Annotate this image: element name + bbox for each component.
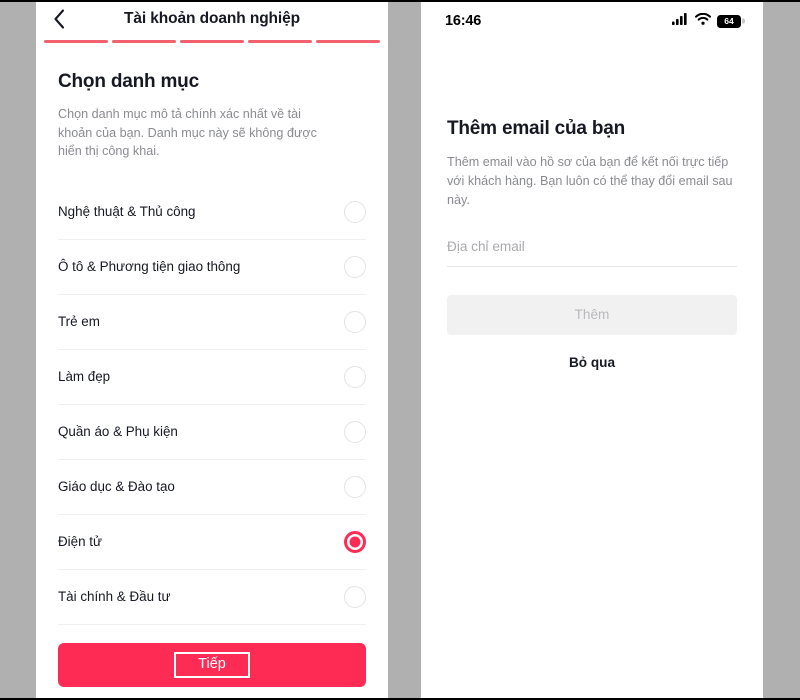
battery-level-label: 64: [724, 15, 734, 26]
category-label: Giáo dục & Đào tạo: [58, 479, 175, 495]
navigation-bar: Tài khoản doanh nghiệp: [36, 2, 388, 36]
email-input[interactable]: [447, 238, 737, 254]
bezel-gap-right: [763, 2, 800, 698]
email-section: Thêm email của bạn Thêm email vào hồ sơ …: [421, 40, 763, 372]
continue-button-label: Tiếp: [174, 651, 250, 679]
email-field-wrapper[interactable]: [447, 238, 737, 267]
category-label: Quần áo & Phụ kiện: [58, 424, 178, 440]
bezel-gap-left: [0, 2, 36, 698]
continue-button[interactable]: Tiếp: [58, 643, 366, 687]
radio-button-unselected[interactable]: [344, 200, 366, 223]
left-phone-screen: Tài khoản doanh nghiệp Chọn danh mục Chọ…: [36, 2, 388, 698]
category-label: Điện tử: [58, 534, 102, 550]
progress-segment-1: [44, 40, 108, 43]
status-bar-clock: 16:46: [445, 13, 482, 29]
list-item[interactable]: Nghệ thuật & Thủ công: [58, 185, 366, 240]
skip-button[interactable]: Bỏ qua: [447, 355, 737, 370]
progress-segment-5: [316, 40, 380, 43]
page-title: Tài khoản doanh nghiệp: [123, 10, 301, 27]
category-label: Làm đẹp: [58, 369, 111, 385]
right-phone-screen: 16:46 64 Thêm email của bạn Thêm email v…: [421, 2, 763, 698]
category-label: Ô tô & Phương tiện giao thông: [58, 259, 241, 275]
primary-action-area: Tiếp: [58, 643, 366, 687]
battery-icon: 64: [717, 14, 741, 28]
screenshot-root: Tài khoản doanh nghiệp Chọn danh mục Chọ…: [0, 0, 800, 700]
radio-button-unselected[interactable]: [344, 310, 366, 333]
radio-button-unselected[interactable]: [344, 255, 366, 278]
radio-button-unselected[interactable]: [344, 365, 366, 388]
category-label: Tài chính & Đầu tư: [58, 589, 171, 605]
wifi-icon: [695, 12, 711, 30]
category-label: Nghệ thuật & Thủ công: [58, 204, 196, 220]
category-label: Trẻ em: [58, 314, 100, 330]
radio-button-unselected[interactable]: [344, 585, 366, 608]
list-item[interactable]: Làm đẹp: [58, 350, 366, 405]
status-bar-indicators: 64: [672, 12, 741, 30]
list-item[interactable]: Quần áo & Phụ kiện: [58, 405, 366, 460]
radio-button-selected[interactable]: [344, 530, 366, 553]
progress-segment-2: [112, 40, 176, 43]
list-item[interactable]: Điện tử: [58, 515, 366, 570]
radio-button-unselected[interactable]: [344, 420, 366, 443]
progress-segment-4: [248, 40, 312, 43]
section-heading: Chọn danh mục: [58, 71, 199, 92]
list-item[interactable]: Tài chính & Đầu tư: [58, 570, 366, 625]
list-item[interactable]: Ô tô & Phương tiện giao thông: [58, 240, 366, 295]
status-bar: 16:46 64: [421, 2, 763, 40]
onboarding-progress-bar: [36, 36, 388, 43]
category-list: Nghệ thuật & Thủ công Ô tô & Phương tiện…: [58, 185, 366, 625]
list-item[interactable]: Giáo dục & Đào tạo: [58, 460, 366, 515]
email-section-description: Thêm email vào hồ sơ của bạn để kết nối …: [447, 155, 733, 207]
chevron-left-icon[interactable]: [48, 8, 70, 30]
progress-segment-3: [180, 40, 244, 43]
bezel-gap-middle: [388, 2, 421, 698]
cellular-signal-icon: [672, 12, 689, 30]
email-section-heading: Thêm email của bạn: [447, 118, 626, 139]
list-item[interactable]: Trẻ em: [58, 295, 366, 350]
section-description: Chọn danh mục mô tả chính xác nhất về tà…: [58, 107, 317, 159]
add-email-button[interactable]: Thêm: [447, 294, 737, 335]
radio-button-unselected[interactable]: [344, 475, 366, 498]
category-section: Chọn danh mục Chọn danh mục mô tả chính …: [36, 43, 388, 625]
